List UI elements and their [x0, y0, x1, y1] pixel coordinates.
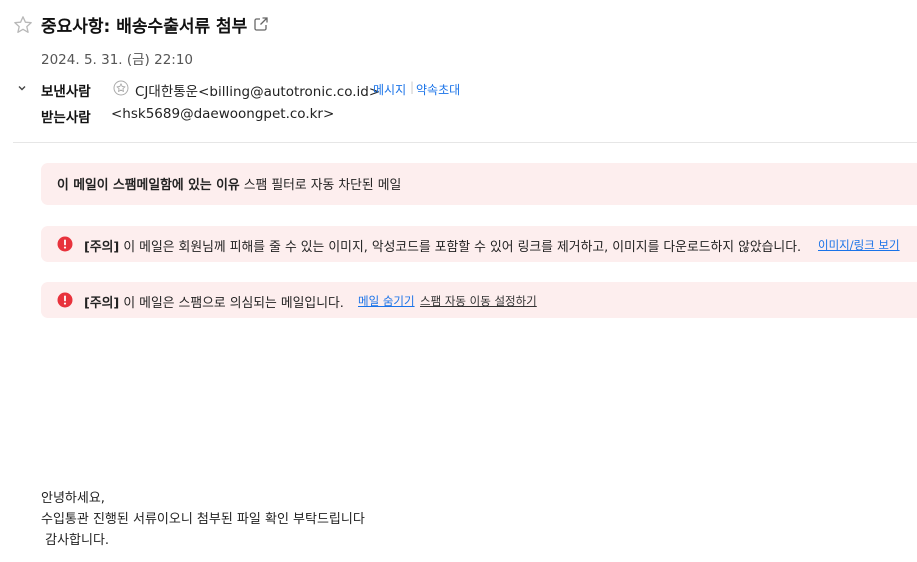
send-message-link[interactable]: 메시지 — [373, 81, 406, 98]
mail-body-line: 수입통관 진행된 서류이오니 첨부된 파일 확인 부탁드립니다 — [41, 512, 365, 527]
mail-date: 2024. 5. 31. (금) 22:10 — [41, 52, 194, 68]
invite-appointment-link[interactable]: 약속초대 — [416, 81, 460, 98]
mail-subject: 중요사항: 배송수출서류 첨부 — [41, 17, 248, 37]
spam-reason-banner: 이 메일이 스팸메일함에 있는 이유 스팸 필터로 자동 차단된 메일 — [41, 163, 917, 205]
header-divider — [13, 142, 917, 143]
sender-label: 보낸사람 — [41, 84, 91, 100]
sender-address[interactable]: CJ대한통운<billing@autotronic.co.id> — [135, 80, 380, 100]
warning-icon — [57, 292, 73, 308]
image-warning-text: 이 메일은 회원님께 피해를 줄 수 있는 이미지, 악성코드를 포함할 수 있… — [123, 240, 802, 255]
link-separator: | — [410, 80, 415, 94]
recipient-label: 받는사람 — [41, 110, 91, 126]
spam-warning-text: 이 메일은 스팸으로 의심되는 메일입니다. — [123, 296, 344, 311]
hide-mail-link[interactable]: 메일 숨기기 — [358, 293, 415, 309]
spam-auto-move-settings-link[interactable]: 스팸 자동 이동 설정하기 — [420, 293, 537, 309]
spam-warning-banner: [주의] 이 메일은 스팸으로 의심되는 메일입니다. 메일 숨기기 스팸 자동… — [41, 282, 917, 318]
spam-reason-text: 스팸 필터로 자동 차단된 메일 — [243, 178, 402, 193]
image-warning-banner: [주의] 이 메일은 회원님께 피해를 줄 수 있는 이미지, 악성코드를 포함… — [41, 226, 917, 262]
show-images-links-link[interactable]: 이미지/링크 보기 — [818, 237, 900, 253]
mail-body-line: 안녕하세요, — [41, 491, 105, 506]
mail-body-line: 감사합니다. — [41, 533, 110, 548]
warning-tag: [주의] — [84, 296, 120, 311]
warning-tag: [주의] — [84, 240, 120, 255]
warning-icon — [57, 236, 73, 252]
external-link-icon[interactable] — [253, 16, 269, 32]
star-icon[interactable] — [13, 15, 33, 35]
chevron-down-icon[interactable] — [16, 82, 28, 94]
recipient-address[interactable]: <hsk5689@daewoongpet.co.kr> — [111, 106, 334, 122]
spam-reason-label: 이 메일이 스팸메일함에 있는 이유 — [57, 178, 240, 193]
sender-profile-icon — [113, 80, 129, 96]
